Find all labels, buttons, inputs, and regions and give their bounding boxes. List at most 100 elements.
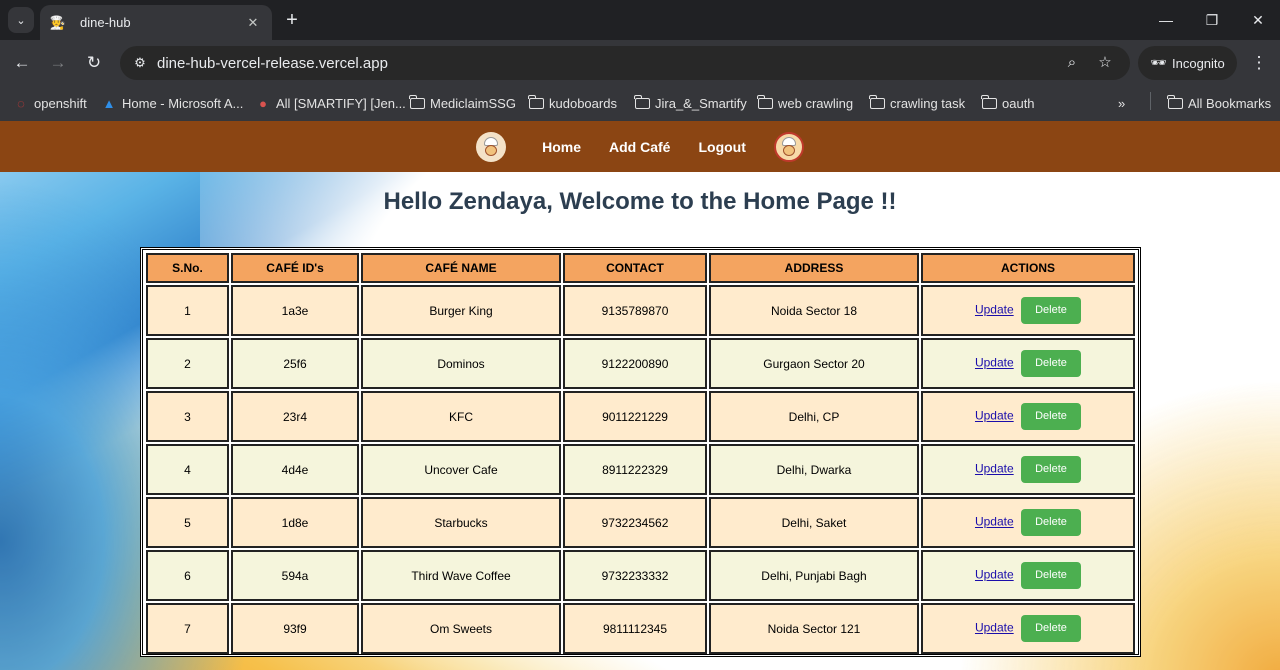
cell-address: Delhi, Saket — [709, 497, 919, 548]
restore-button[interactable]: ❐ — [1198, 8, 1226, 32]
openshift-icon: ◌ — [17, 95, 25, 111]
cell-cafe-id: 1a3e — [231, 285, 359, 336]
bookmark-label: kudoboards — [549, 95, 617, 111]
bookmark-star-icon[interactable]: ☆ — [1093, 51, 1117, 75]
cell-cafe-name: Third Wave Coffee — [361, 550, 561, 601]
back-button[interactable]: ← — [10, 51, 34, 75]
incognito-indicator[interactable]: 🕶 Incognito — [1138, 46, 1237, 80]
all-bookmarks-label: All Bookmarks — [1188, 95, 1272, 111]
browser-tab[interactable]: 🧑‍🍳 dine-hub ✕ — [40, 5, 272, 40]
cell-address: Delhi, CP — [709, 391, 919, 442]
cell-sno: 4 — [146, 444, 229, 495]
all-bookmarks-item[interactable]: All Bookmarks — [1166, 92, 1271, 114]
bookmarks-bar: ◌ openshift ▲ Home - Microsoft A... ● Al… — [0, 86, 1280, 121]
table-row: 7 93f9 Om Sweets 9811112345 Noida Sector… — [146, 603, 1135, 654]
chef-logo-icon — [476, 131, 507, 162]
delete-button[interactable]: Delete — [1021, 350, 1082, 377]
bookmark-label: Home - Microsoft A... — [122, 95, 244, 111]
cafe-table-container: S.No. CAFÉ ID's CAFÉ NAME CONTACT ADDRES… — [140, 247, 1141, 657]
welcome-heading: Hello Zendaya, Welcome to the Home Page … — [383, 188, 897, 215]
cell-address: Gurgaon Sector 20 — [709, 338, 919, 389]
table-row: 3 23r4 KFC 9011221229 Delhi, CP Update D… — [146, 391, 1135, 442]
table-row: 4 4d4e Uncover Cafe 8911222329 Delhi, Dw… — [146, 444, 1135, 495]
address-bar[interactable]: ⚙ dine-hub-vercel-release.vercel.app ⌕ ☆ — [120, 46, 1130, 80]
bookmark-item[interactable]: MediclaimSSG — [408, 92, 516, 114]
delete-button[interactable]: Delete — [1021, 562, 1082, 589]
nav-home-link[interactable]: Home — [542, 139, 581, 155]
update-link[interactable]: Update — [975, 303, 1014, 317]
forward-button[interactable]: → — [46, 51, 70, 75]
delete-button[interactable]: Delete — [1021, 509, 1082, 536]
more-bookmarks-chevron-icon[interactable]: » — [1118, 92, 1125, 114]
app-navbar: Home Add Café Logout — [0, 121, 1280, 172]
cell-cafe-name: KFC — [361, 391, 561, 442]
header-cafe-name: CAFÉ NAME — [361, 253, 561, 283]
update-link[interactable]: Update — [975, 621, 1014, 635]
zoom-icon[interactable]: ⌕ — [1060, 51, 1084, 75]
cell-contact: 9811112345 — [563, 603, 707, 654]
chef-favicon-icon: 🧑‍🍳 — [49, 14, 67, 30]
update-link[interactable]: Update — [975, 409, 1014, 423]
incognito-icon: 🕶 — [1150, 55, 1167, 70]
cell-actions: Update Delete — [921, 497, 1135, 548]
chef-avatar-icon — [773, 131, 804, 162]
cell-cafe-id: 4d4e — [231, 444, 359, 495]
tab-search-button[interactable]: ⌄ — [8, 7, 34, 33]
cell-sno: 7 — [146, 603, 229, 654]
cell-cafe-id: 1d8e — [231, 497, 359, 548]
cell-contact: 9135789870 — [563, 285, 707, 336]
bookmark-item[interactable]: Jira_&_Smartify — [633, 92, 747, 114]
bookmark-item[interactable]: kudoboards — [527, 92, 617, 114]
nav-add-cafe-link[interactable]: Add Café — [609, 139, 670, 155]
delete-button[interactable]: Delete — [1021, 297, 1082, 324]
cell-cafe-name: Starbucks — [361, 497, 561, 548]
bookmark-item[interactable]: oauth — [980, 92, 1035, 114]
nav-logout-link[interactable]: Logout — [698, 139, 745, 155]
bookmark-label: openshift — [34, 95, 87, 111]
bookmark-label: crawling task — [890, 95, 966, 111]
minimize-button[interactable]: — — [1152, 8, 1180, 32]
folder-icon — [633, 94, 651, 109]
url-text[interactable]: dine-hub-vercel-release.vercel.app — [157, 55, 388, 72]
cell-actions: Update Delete — [921, 550, 1135, 601]
folder-icon — [1166, 94, 1184, 109]
cell-sno: 3 — [146, 391, 229, 442]
cell-contact: 8911222329 — [563, 444, 707, 495]
header-sno: S.No. — [146, 253, 229, 283]
folder-icon — [408, 94, 426, 109]
reload-button[interactable]: ↻ — [82, 51, 106, 75]
more-menu-icon[interactable]: ⋮ — [1247, 51, 1271, 75]
bookmark-label: Jira_&_Smartify — [655, 95, 747, 111]
cell-cafe-id: 594a — [231, 550, 359, 601]
header-contact: CONTACT — [563, 253, 707, 283]
cell-actions: Update Delete — [921, 338, 1135, 389]
update-link[interactable]: Update — [975, 568, 1014, 582]
close-icon[interactable]: ✕ — [244, 15, 262, 31]
update-link[interactable]: Update — [975, 462, 1014, 476]
table-header-row: S.No. CAFÉ ID's CAFÉ NAME CONTACT ADDRES… — [146, 253, 1135, 283]
header-actions: ACTIONS — [921, 253, 1135, 283]
bookmark-item[interactable]: ▲ Home - Microsoft A... — [100, 92, 244, 114]
folder-icon — [756, 94, 774, 109]
folder-icon — [868, 94, 886, 109]
cell-sno: 6 — [146, 550, 229, 601]
window-close-button[interactable]: ✕ — [1244, 8, 1272, 32]
tab-strip: ⌄ 🧑‍🍳 dine-hub ✕ + — ❐ ✕ — [0, 0, 1280, 40]
cell-contact: 9122200890 — [563, 338, 707, 389]
bookmark-item[interactable]: ◌ openshift — [12, 92, 87, 114]
delete-button[interactable]: Delete — [1021, 456, 1082, 483]
bookmark-item[interactable]: web crawling — [756, 92, 853, 114]
cell-cafe-id: 93f9 — [231, 603, 359, 654]
bookmark-item[interactable]: ● All [SMARTIFY] [Jen... — [254, 92, 406, 114]
site-info-icon[interactable]: ⚙ — [128, 51, 152, 75]
delete-button[interactable]: Delete — [1021, 403, 1082, 430]
update-link[interactable]: Update — [975, 515, 1014, 529]
delete-button[interactable]: Delete — [1021, 615, 1082, 642]
cell-address: Delhi, Punjabi Bagh — [709, 550, 919, 601]
cell-contact: 9011221229 — [563, 391, 707, 442]
update-link[interactable]: Update — [975, 356, 1014, 370]
new-tab-button[interactable]: + — [280, 8, 304, 32]
cell-actions: Update Delete — [921, 391, 1135, 442]
table-row: 5 1d8e Starbucks 9732234562 Delhi, Saket… — [146, 497, 1135, 548]
bookmark-item[interactable]: crawling task — [868, 92, 965, 114]
